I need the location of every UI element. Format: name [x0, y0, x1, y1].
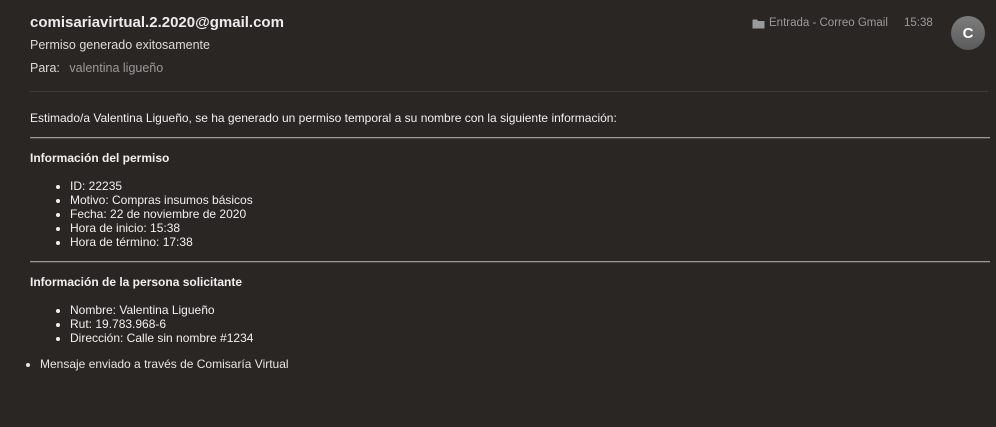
- permit-section-title: Información del permiso: [30, 151, 170, 165]
- footer-list: Mensaje enviado a través de Comisaría Vi…: [30, 357, 990, 371]
- footer-note: Mensaje enviado a través de Comisaría Vi…: [40, 357, 990, 371]
- person-section-title: Información de la persona solicitante: [30, 275, 243, 289]
- list-item: Dirección: Calle sin nombre #1234: [70, 331, 990, 345]
- email-subject: Permiso generado exitosamente: [30, 38, 210, 52]
- header-divider: [30, 91, 988, 92]
- list-item: ID: 22235: [70, 179, 990, 193]
- list-item: Hora de inicio: 15:38: [70, 221, 990, 235]
- section-divider: [30, 137, 990, 139]
- recipient-label: Para:: [30, 61, 60, 75]
- intro-text: Estimado/a Valentina Ligueño, se ha gene…: [30, 111, 617, 125]
- list-item: Rut: 19.783.968-6: [70, 317, 990, 331]
- email-body: Estimado/a Valentina Ligueño, se ha gene…: [30, 111, 990, 371]
- recipient-row: Para: valentina ligueño: [30, 61, 163, 75]
- avatar[interactable]: C: [951, 16, 985, 50]
- mailbox-label: Entrada - Correo Gmail: [769, 17, 888, 29]
- email-view: comisariavirtual.2.2020@gmail.com Permis…: [0, 0, 996, 427]
- list-item: Motivo: Compras insumos básicos: [70, 193, 990, 207]
- person-info-list: Nombre: Valentina Ligueño Rut: 19.783.96…: [30, 303, 990, 345]
- section-divider: [30, 261, 990, 263]
- list-item: Fecha: 22 de noviembre de 2020: [70, 207, 990, 221]
- recipient-name[interactable]: valentina ligueño: [69, 61, 163, 75]
- list-item: Nombre: Valentina Ligueño: [70, 303, 990, 317]
- sender-address[interactable]: comisariavirtual.2.2020@gmail.com: [30, 14, 284, 31]
- permit-info-list: ID: 22235 Motivo: Compras insumos básico…: [30, 179, 990, 249]
- avatar-initial: C: [962, 24, 974, 42]
- list-item: Hora de término: 17:38: [70, 235, 990, 249]
- mailbox-indicator[interactable]: Entrada - Correo Gmail: [752, 17, 888, 29]
- received-time: 15:38: [904, 17, 933, 29]
- folder-icon: [752, 19, 765, 28]
